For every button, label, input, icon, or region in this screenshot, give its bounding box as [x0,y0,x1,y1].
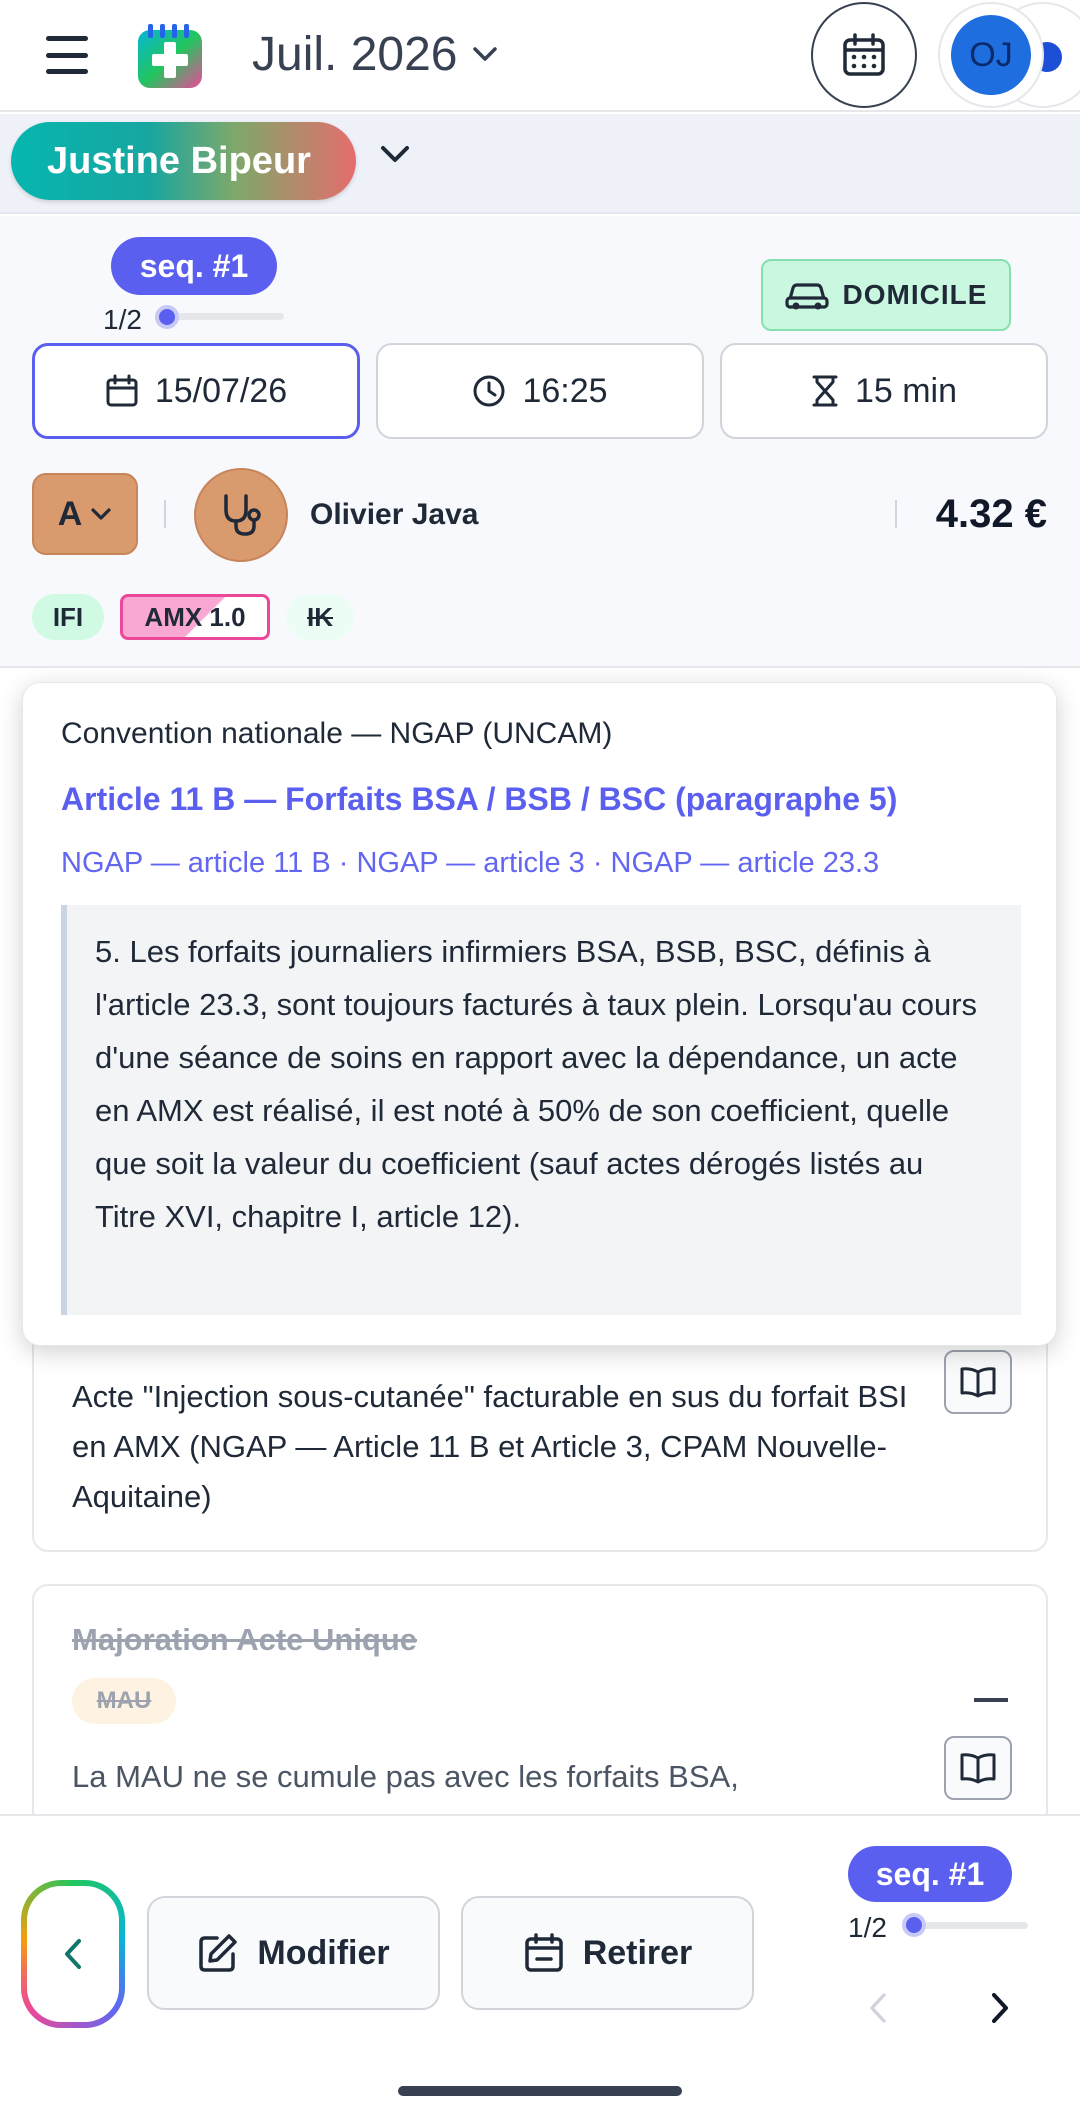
stethoscope-icon [224,494,261,536]
patient-strip: Justine Bipeur [0,114,1080,214]
app-logo [138,24,202,88]
hamburger-icon[interactable] [46,36,88,74]
calendar-button[interactable] [811,2,917,108]
chevron-left-icon [65,1939,81,1969]
retirer-button[interactable]: Retirer [461,1896,754,2010]
divider [164,500,166,528]
reference-popover: Convention nationale — NGAP (UNCAM) Arti… [22,682,1057,1346]
back-button[interactable] [21,1880,125,2028]
retirer-label: Retirer [582,1933,693,1972]
month-label: Juil. 2026 [252,27,458,81]
minus-icon[interactable] [974,1698,1008,1702]
location-label: DOMICILE [842,279,988,310]
tag-ik[interactable]: IK [286,594,354,640]
zone-label: A [57,494,83,533]
home-indicator [398,2086,682,2096]
sequence-position: 1/2 [103,304,142,335]
bottom-bar: Modifier Retirer seq. #1 1/2 [0,1814,1080,2120]
practitioner-avatar[interactable] [194,468,288,562]
previous-sequence-button[interactable] [858,1978,898,2038]
calendar-icon [843,33,885,76]
tag-amx[interactable]: AMX 1.0 [120,594,270,640]
popover-title[interactable]: Article 11 B — Forfaits BSA / BSB / BSC … [61,781,897,818]
location-badge: DOMICILE [761,259,1011,331]
divider [895,500,897,528]
time-field[interactable]: 16:25 [376,343,704,439]
book-icon [960,1753,996,1784]
popover-references[interactable]: NGAP — article 11 B · NGAP — article 3 ·… [61,847,879,880]
patient-name-pill[interactable]: Justine Bipeur [11,122,356,200]
next-sequence-button[interactable] [980,1978,1020,2038]
time-value: 16:25 [522,371,608,410]
sequence-position: 1/2 [848,1912,887,1943]
duration-value: 15 min [854,371,958,410]
date-value: 15/07/26 [154,371,288,410]
calendar-remove-icon [524,1933,563,1972]
sequence-badge[interactable]: seq. #1 [848,1846,1012,1902]
tag-ifi[interactable]: IFI [32,594,104,640]
user-avatar-button[interactable]: OJ [938,2,1044,108]
popover-source: Convention nationale — NGAP (UNCAM) [61,717,613,750]
date-field[interactable]: 15/07/26 [32,343,360,439]
avatar: OJ [951,15,1031,95]
sequence-slider-handle[interactable] [902,1913,926,1937]
mau-title: Majoration Acte Unique [72,1622,418,1657]
clock-icon [473,375,505,407]
modifier-label: Modifier [257,1933,390,1972]
chevron-down-icon[interactable] [378,142,412,166]
mau-tag: MAU [72,1678,176,1724]
chevron-right-icon [992,1993,1008,2023]
car-icon [784,283,829,310]
top-bar: Juil. 2026 OJ [0,0,1080,112]
modifier-button[interactable]: Modifier [147,1896,440,2010]
month-selector[interactable]: Juil. 2026 [252,22,499,86]
duration-field[interactable]: 15 min [720,343,1048,439]
hourglass-icon [812,375,838,407]
zone-selector[interactable]: A [32,473,138,555]
sequence-slider-track[interactable] [910,1922,1028,1929]
book-icon [960,1367,996,1398]
mau-text: La MAU ne se cumule pas avec les forfait… [72,1759,739,1794]
sequence-badge[interactable]: seq. #1 [111,237,277,295]
sequence-slider-handle[interactable] [155,305,179,329]
reference-button[interactable] [944,1350,1012,1414]
practitioner-name: Olivier Java [310,498,479,531]
chevron-down-icon [91,508,111,520]
reference-button[interactable] [944,1736,1012,1800]
popover-quote: 5. Les forfaits journaliers infirmiers B… [61,905,1021,1315]
chevron-left-icon [870,1993,886,2023]
edit-icon [199,1934,238,1972]
sequence-panel: seq. #1 1/2 DOMICILE 15/07/26 16:25 15 m… [0,216,1080,668]
chevron-down-icon [473,47,498,61]
act-rule-text: Acte "Injection sous-cutanée" facturable… [72,1379,908,1514]
sequence-price: 4.32 € [935,492,1047,536]
calendar-icon [106,374,138,407]
